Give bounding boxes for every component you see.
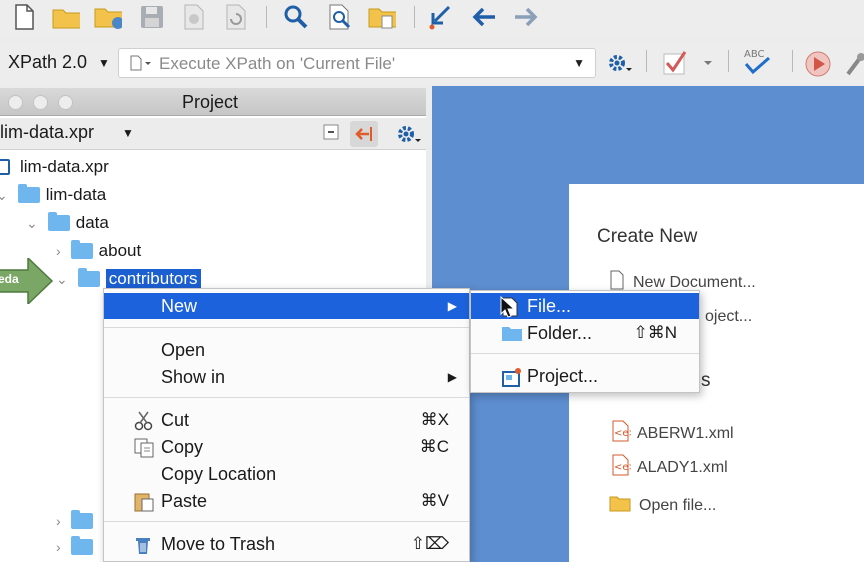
toolbar-separator: [646, 50, 647, 72]
copy-icon: [134, 438, 156, 463]
chevron-right-icon[interactable]: ›: [56, 539, 61, 555]
tree-item-about[interactable]: › about: [56, 238, 141, 264]
menu-item-move-to-trash[interactable]: Move to Trash ⇧⌦: [104, 531, 469, 557]
chevron-down-icon[interactable]: ▼: [122, 126, 134, 140]
folder-icon: [77, 268, 100, 287]
chevron-down-icon[interactable]: ⌄: [56, 271, 68, 288]
tree-item-project[interactable]: lim-data.xpr: [0, 154, 109, 180]
link-with-editor-icon[interactable]: [350, 121, 378, 147]
annotation-arrow: eda: [0, 256, 54, 309]
xpath-input[interactable]: Execute XPath on 'Current File' ▼: [118, 48, 596, 78]
xpath-version-select[interactable]: XPath 2.0: [8, 52, 87, 73]
trash-icon: [134, 535, 154, 560]
chevron-down-icon[interactable]: ▼: [98, 56, 110, 70]
svg-text:ABC: ABC: [744, 49, 765, 60]
scissors-icon: [134, 411, 154, 436]
open-folder-icon[interactable]: [52, 3, 80, 31]
window-minimize-button[interactable]: [33, 95, 48, 110]
xpath-toolbar: XPath 2.0 ▼ Execute XPath on 'Current Fi…: [0, 42, 864, 84]
recent-file-link[interactable]: <e> ABERW1.xml: [609, 420, 734, 447]
folder-icon: [609, 494, 631, 517]
tools-icon[interactable]: [846, 52, 864, 81]
folder-search-icon[interactable]: [368, 3, 396, 31]
save-icon[interactable]: [138, 3, 166, 31]
open-url-icon[interactable]: [94, 3, 122, 31]
xpath-placeholder: Execute XPath on 'Current File': [159, 54, 396, 73]
gear-icon[interactable]: [606, 52, 632, 79]
toolbar-separator: [414, 6, 415, 28]
menu-separator: [104, 521, 469, 522]
toolbar-separator: [728, 50, 729, 72]
submenu-item-folder[interactable]: Folder... ⇧⌘N: [471, 320, 699, 346]
paste-icon: [134, 492, 156, 517]
validate-icon[interactable]: [662, 50, 720, 81]
toolbar-separator: [792, 50, 793, 72]
window-close-button[interactable]: [8, 95, 23, 110]
folder-icon: [70, 510, 93, 529]
run-icon[interactable]: [804, 50, 834, 83]
xml-file-icon: <e>: [609, 420, 637, 447]
collapse-all-icon[interactable]: [322, 123, 342, 148]
menu-item-new[interactable]: New ▶: [104, 293, 469, 319]
chevron-right-icon[interactable]: ›: [56, 243, 61, 259]
chevron-right-icon[interactable]: ›: [56, 513, 61, 529]
reload-icon[interactable]: [222, 3, 250, 31]
window-zoom-button[interactable]: [58, 95, 73, 110]
menu-item-paste[interactable]: Paste ⌘V: [104, 488, 469, 514]
menu-item-copy[interactable]: Copy ⌘C: [104, 434, 469, 460]
folder-icon: [501, 324, 523, 347]
menu-item-copy-location[interactable]: Copy Location: [104, 461, 469, 487]
project-icon: [501, 367, 523, 392]
project-toolbar: lim-data.xpr ▼: [0, 118, 426, 150]
tree-item-collapsed[interactable]: ›: [56, 508, 99, 534]
xml-file-icon: <e>: [609, 454, 637, 481]
mouse-cursor-icon: [500, 295, 516, 323]
menu-item-open[interactable]: Open: [104, 337, 469, 363]
submenu-item-project[interactable]: Project...: [471, 363, 699, 389]
menu-separator: [104, 397, 469, 398]
tree-item-lim-data[interactable]: ⌄ lim-data: [0, 182, 106, 208]
open-file-link[interactable]: Open file...: [609, 494, 716, 517]
folder-icon: [17, 184, 40, 203]
find-in-files-icon[interactable]: [326, 3, 354, 31]
context-menu: New ▶ Open Show in ▶ Cut ⌘X Copy ⌘C Copy…: [103, 288, 470, 562]
tree-item-data[interactable]: ⌄ data: [26, 210, 109, 236]
submenu-arrow-icon: ▶: [447, 370, 457, 384]
chevron-down-icon[interactable]: ⌄: [0, 187, 8, 204]
folder-icon: [70, 536, 93, 555]
menu-separator: [471, 353, 699, 354]
save-all-icon[interactable]: [180, 3, 208, 31]
menu-separator: [104, 327, 469, 328]
forward-icon[interactable]: [512, 3, 540, 31]
toolbar-separator: [266, 6, 267, 28]
project-panel-titlebar: Project: [0, 88, 426, 116]
new-document-icon[interactable]: [10, 3, 38, 31]
new-project-link[interactable]: oject...: [705, 308, 752, 326]
svg-text:<e>: <e>: [614, 462, 631, 473]
tree-item-collapsed[interactable]: ›: [56, 534, 99, 560]
project-selector[interactable]: lim-data.xpr: [0, 122, 94, 143]
folder-icon: [70, 240, 93, 259]
create-new-heading: Create New: [597, 226, 698, 247]
spellcheck-icon[interactable]: ABC: [742, 46, 774, 81]
chevron-down-icon[interactable]: ⌄: [26, 215, 38, 232]
recent-file-link[interactable]: <e> ALADY1.xml: [609, 454, 728, 481]
folder-icon: [47, 212, 70, 231]
menu-item-show-in[interactable]: Show in ▶: [104, 364, 469, 390]
menu-item-cut[interactable]: Cut ⌘X: [104, 407, 469, 433]
gear-icon[interactable]: [395, 123, 423, 150]
last-edit-icon[interactable]: [426, 3, 454, 31]
annotation-arrow-label: eda: [0, 272, 19, 286]
recent-heading: s: [701, 370, 711, 391]
main-toolbar: [0, 0, 864, 36]
back-icon[interactable]: [470, 3, 498, 31]
svg-text:<e>: <e>: [614, 428, 631, 439]
project-file-icon: [0, 159, 10, 175]
submenu-arrow-icon: ▶: [447, 299, 457, 313]
document-icon: [129, 55, 151, 76]
find-icon[interactable]: [282, 3, 310, 31]
project-panel-title: Project: [182, 92, 239, 112]
chevron-down-icon[interactable]: ▼: [573, 56, 585, 70]
